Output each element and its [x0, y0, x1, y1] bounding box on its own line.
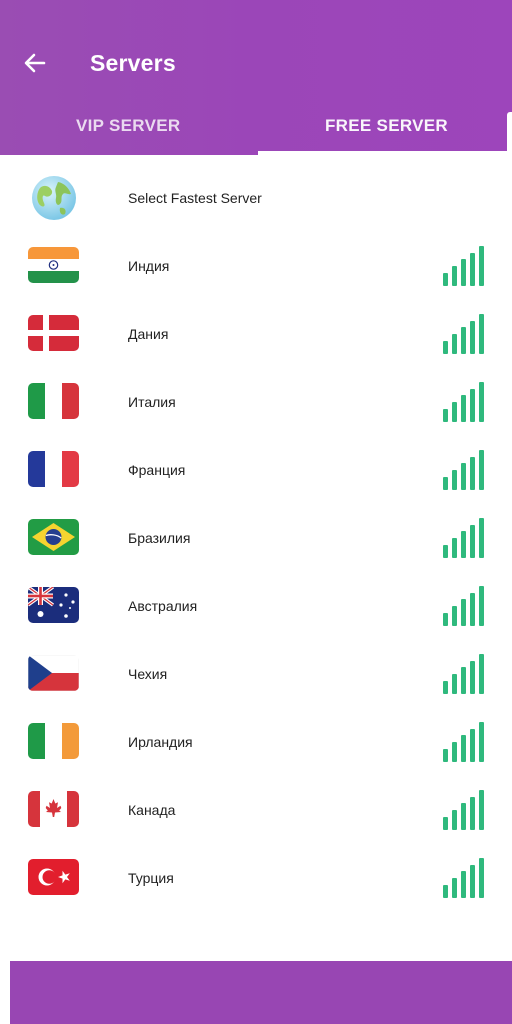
flag-czech-icon: [28, 655, 79, 691]
signal-full-icon: [443, 246, 484, 286]
flag-india-icon: [28, 247, 79, 283]
page-title: Servers: [90, 50, 176, 76]
flag-france-icon: [28, 451, 79, 487]
flag-brazil-icon: [28, 519, 79, 555]
scroll-edge: [507, 112, 512, 156]
flag-ireland-icon: [28, 723, 79, 759]
app-header: Servers VIP SERVER FREE SERVER: [0, 0, 512, 156]
signal-full-icon: [443, 450, 484, 490]
server-row-czech[interactable]: Чехия: [0, 640, 512, 708]
server-name: Индия: [128, 258, 170, 274]
flag-denmark-icon: [28, 315, 79, 351]
server-row-italy[interactable]: Италия: [0, 368, 512, 436]
server-name: Бразилия: [128, 530, 191, 546]
signal-full-icon: [443, 858, 484, 898]
signal-full-icon: [443, 790, 484, 830]
server-name: Италия: [128, 394, 176, 410]
tab-free-server[interactable]: FREE SERVER: [325, 116, 448, 136]
signal-full-icon: [443, 654, 484, 694]
server-row-canada[interactable]: Канада: [0, 776, 512, 844]
server-name: Канада: [128, 802, 176, 818]
tab-indicator: [258, 151, 512, 155]
tab-vip-server[interactable]: VIP SERVER: [76, 116, 180, 136]
server-name: Select Fastest Server: [128, 190, 262, 206]
server-name: Дания: [128, 326, 169, 342]
bottom-banner[interactable]: [10, 961, 512, 1024]
arrow-left-icon[interactable]: [22, 50, 48, 76]
signal-full-icon: [443, 518, 484, 558]
signal-full-icon: [443, 314, 484, 354]
server-name: Франция: [128, 462, 186, 478]
server-row-denmark[interactable]: Дания: [0, 300, 512, 368]
flag-italy-icon: [28, 383, 79, 419]
server-name: Турция: [128, 870, 174, 886]
server-name: Ирландия: [128, 734, 193, 750]
server-row-fastest[interactable]: Select Fastest Server: [0, 164, 512, 232]
server-row-france[interactable]: Франция: [0, 436, 512, 504]
globe-icon: [32, 176, 76, 220]
server-name: Чехия: [128, 666, 168, 682]
server-row-turkey[interactable]: Турция: [0, 844, 512, 912]
flag-turkey-icon: [28, 859, 79, 895]
server-list: Select Fastest Server Индия Дания Италия…: [0, 164, 512, 912]
server-row-brazil[interactable]: Бразилия: [0, 504, 512, 572]
server-row-ireland[interactable]: Ирландия: [0, 708, 512, 776]
signal-full-icon: [443, 722, 484, 762]
signal-full-icon: [443, 382, 484, 422]
flag-australia-icon: [28, 587, 79, 623]
server-row-australia[interactable]: Австралия: [0, 572, 512, 640]
server-row-india[interactable]: Индия: [0, 232, 512, 300]
server-name: Австралия: [128, 598, 198, 614]
signal-full-icon: [443, 586, 484, 626]
flag-canada-icon: [28, 791, 79, 827]
